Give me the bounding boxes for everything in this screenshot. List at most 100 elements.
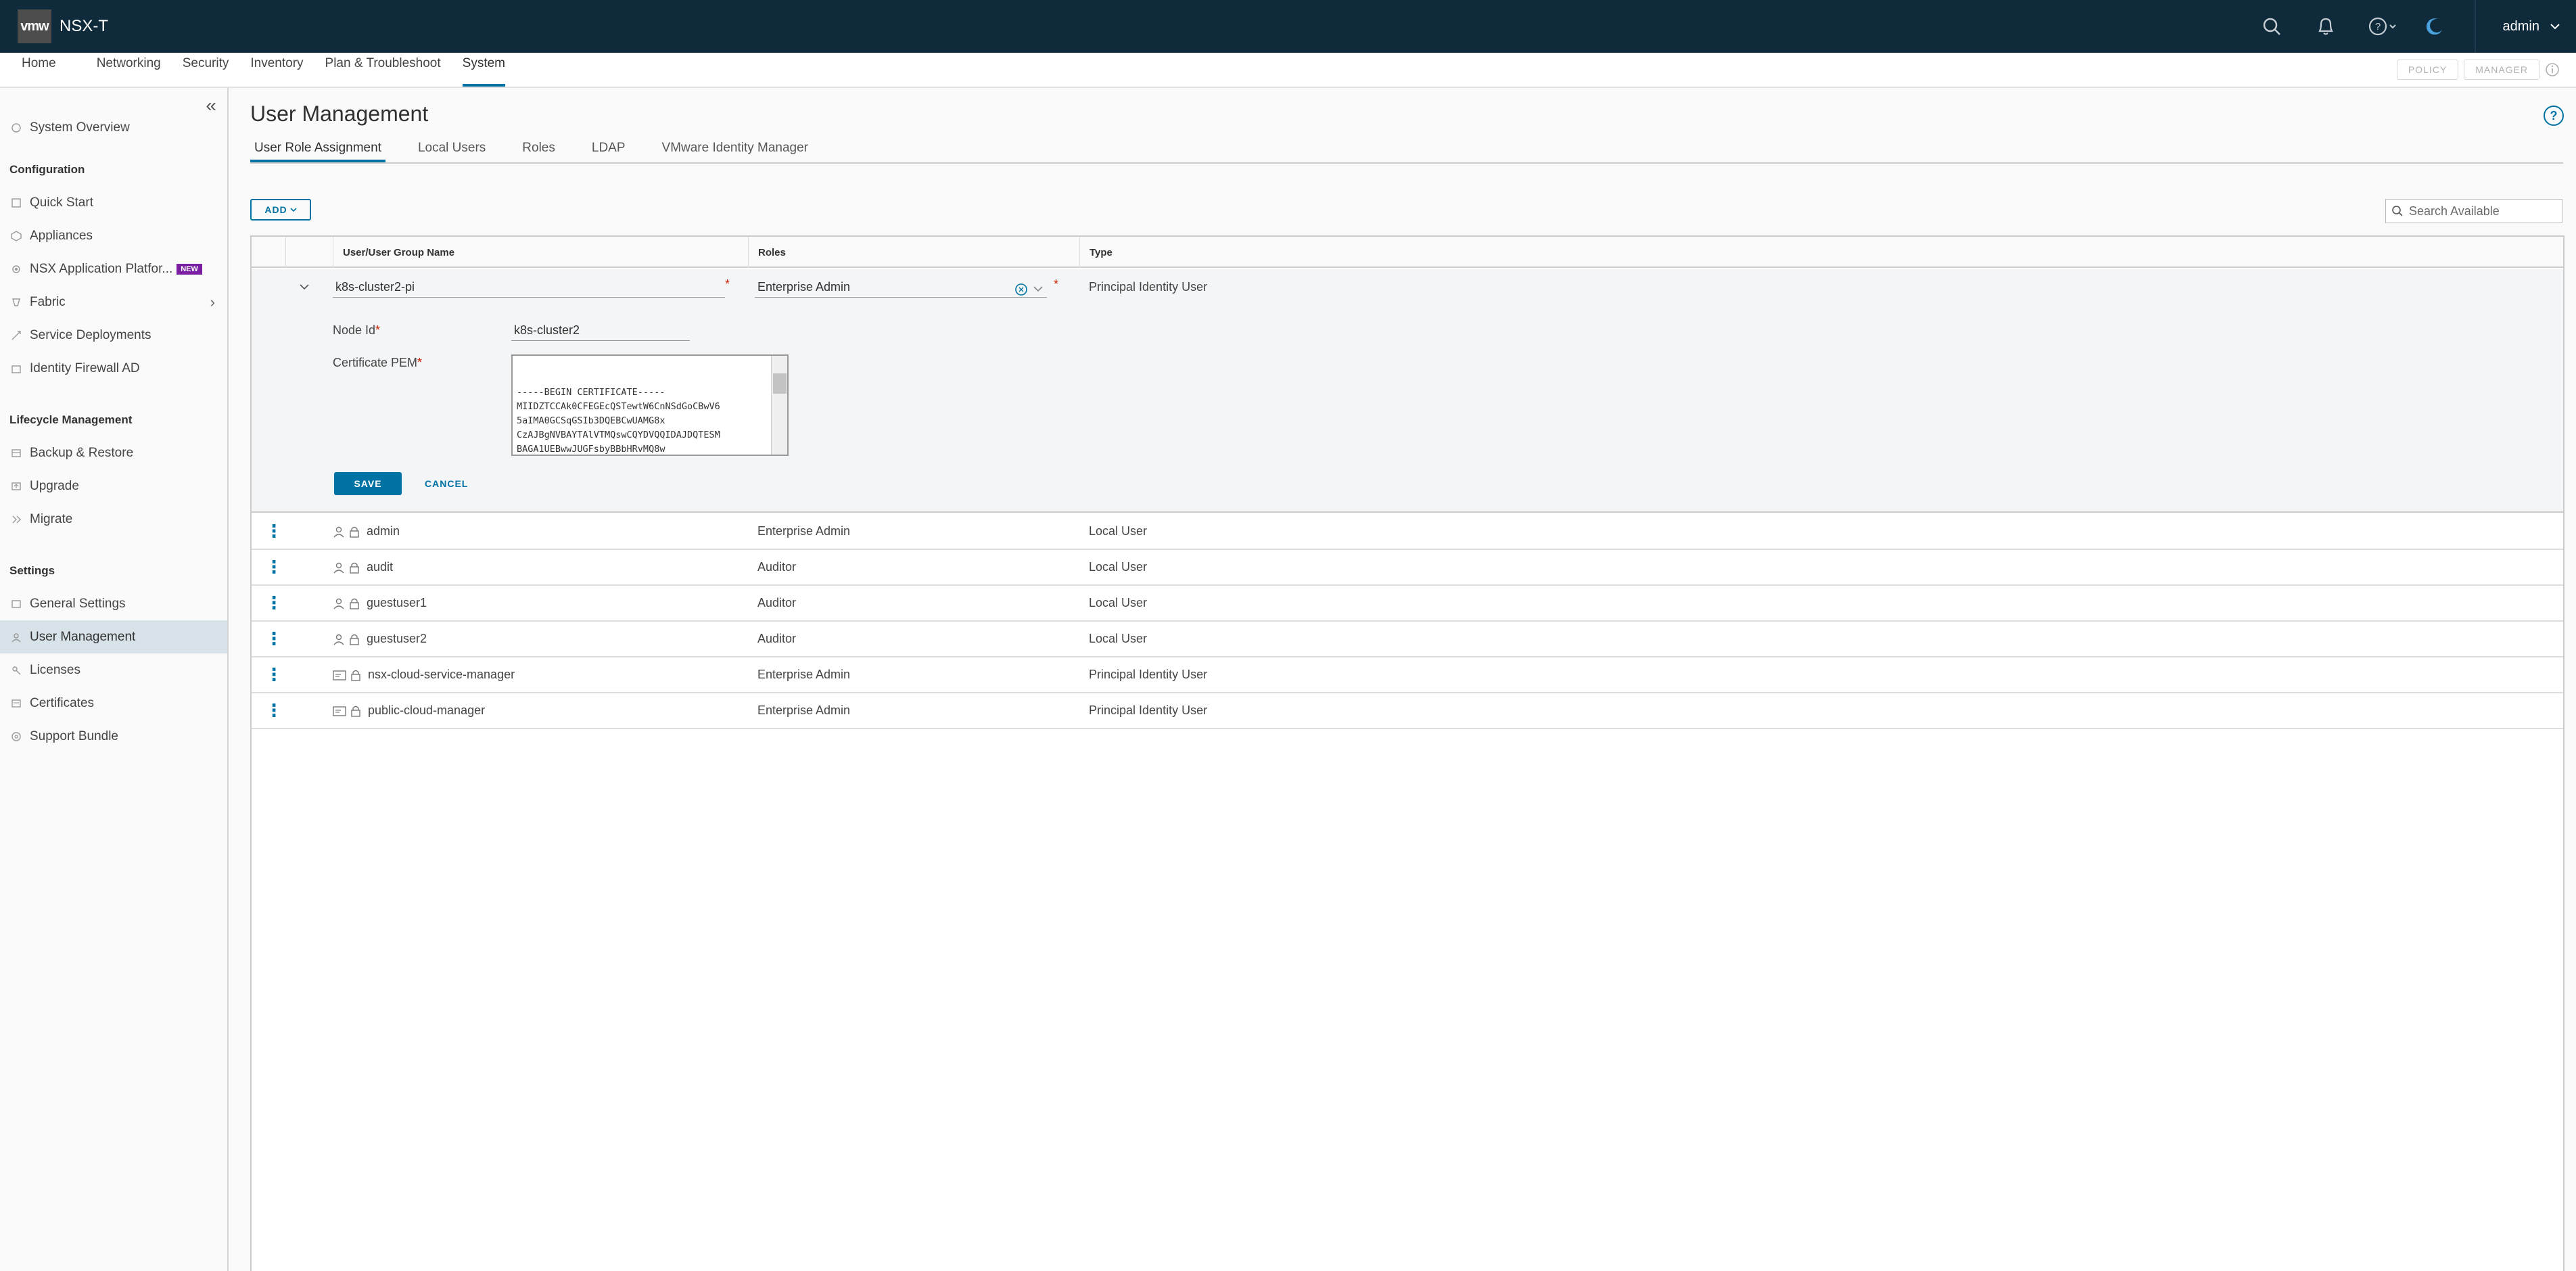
expand-column-header xyxy=(285,237,333,268)
sidebar-item-migrate[interactable]: Migrate xyxy=(0,503,227,536)
name-cell: admin xyxy=(333,514,400,549)
sidebar-item-label: Fabric xyxy=(30,294,66,309)
user-name: guestuser1 xyxy=(367,596,427,609)
table-row: ⋮ public-cloud-manager Enterprise Admin … xyxy=(252,693,2563,729)
info-icon[interactable] xyxy=(2545,62,2560,77)
name-cell: nsx-cloud-service-manager xyxy=(333,657,515,692)
svg-text:?: ? xyxy=(2374,21,2380,32)
fabric-icon xyxy=(9,296,23,309)
node-id-label: Node Id* xyxy=(333,323,380,338)
chevron-down-icon xyxy=(1033,286,1043,292)
certificate-pem-textarea[interactable]: -----BEGIN CERTIFICATE----- MIIDZTCCAk0C… xyxy=(511,354,789,456)
certificate-pem-text: -----BEGIN CERTIFICATE----- MIIDZTCCAk0C… xyxy=(517,387,720,455)
nav-security[interactable]: Security xyxy=(183,51,229,87)
table-row: ⋮ guestuser2 Auditor Local User xyxy=(252,622,2563,657)
row-actions-icon[interactable]: ⋮ xyxy=(264,514,284,549)
table-row: ⋮ audit Auditor Local User xyxy=(252,550,2563,586)
nav-networking[interactable]: Networking xyxy=(97,51,161,87)
table-row: ⋮ guestuser1 Auditor Local User xyxy=(252,586,2563,622)
help-icon[interactable]: ? xyxy=(2544,106,2564,126)
textarea-scrollbar[interactable] xyxy=(771,356,787,455)
sidebar-item-identity-firewall-ad[interactable]: Identity Firewall AD xyxy=(0,352,227,385)
nav-plan-troubleshoot[interactable]: Plan & Troubleshoot xyxy=(325,51,441,87)
backup-icon xyxy=(9,446,23,460)
user-name: public-cloud-manager xyxy=(368,703,486,717)
sidebar-item-nsx-application-platform[interactable]: NSX Application Platfor... NEW xyxy=(0,252,227,285)
search-input[interactable]: Search Available xyxy=(2385,199,2562,223)
certificate-pem-label-text: Certificate PEM xyxy=(333,356,418,369)
add-button-label: ADD xyxy=(264,204,287,215)
type-cell: Local User xyxy=(1089,632,1148,645)
sidebar-item-upgrade[interactable]: Upgrade xyxy=(0,469,227,503)
tab-vmware-identity-manager[interactable]: VMware Identity Manager xyxy=(658,133,813,162)
help-menu-icon[interactable]: ? xyxy=(2360,0,2407,53)
row-actions-icon[interactable]: ⋮ xyxy=(264,586,284,620)
sidebar-item-fabric[interactable]: Fabric › xyxy=(0,285,227,319)
row-actions-icon[interactable]: ⋮ xyxy=(264,693,284,728)
user-name: admin xyxy=(367,524,400,538)
node-id-label-text: Node Id xyxy=(333,323,376,337)
user-name: admin xyxy=(2502,18,2539,34)
chevron-down-icon xyxy=(290,208,297,212)
settings-icon xyxy=(9,597,23,611)
chevron-right-icon: › xyxy=(210,293,215,310)
name-cell: guestuser1 xyxy=(333,586,427,620)
row-actions-icon[interactable]: ⋮ xyxy=(264,622,284,656)
node-id-field[interactable]: k8s-cluster2 xyxy=(511,321,690,341)
search-icon[interactable] xyxy=(2251,0,2292,53)
column-header-name[interactable]: User/User Group Name xyxy=(333,237,748,268)
certificate-pem-label: Certificate PEM* xyxy=(333,356,422,370)
save-button[interactable]: SAVE xyxy=(334,472,402,495)
row-actions-icon[interactable]: ⋮ xyxy=(264,550,284,584)
add-button[interactable]: ADD xyxy=(250,199,311,221)
row-actions-icon[interactable]: ⋮ xyxy=(264,657,284,692)
user-name-field[interactable]: k8s-cluster2-pi xyxy=(333,277,725,298)
sidebar-item-service-deployments[interactable]: Service Deployments xyxy=(0,319,227,352)
users-icon xyxy=(9,630,23,644)
sidebar-item-general-settings[interactable]: General Settings xyxy=(0,587,227,620)
policy-mode-button[interactable]: POLICY xyxy=(2396,60,2459,80)
sidebar-item-certificates[interactable]: Certificates xyxy=(0,687,227,720)
user-name: audit xyxy=(367,560,394,574)
bell-icon[interactable] xyxy=(2305,0,2346,53)
gear-icon xyxy=(9,262,23,276)
clear-icon[interactable] xyxy=(1014,283,1028,296)
sidebar-item-licenses[interactable]: Licenses xyxy=(0,653,227,687)
tab-user-role-assignment[interactable]: User Role Assignment xyxy=(250,133,385,162)
sidebar-item-system-overview[interactable]: System Overview xyxy=(0,111,227,144)
dark-mode-icon[interactable] xyxy=(2414,0,2454,53)
role-cell: Enterprise Admin xyxy=(757,668,851,681)
tab-local-users[interactable]: Local Users xyxy=(414,133,490,162)
sidebar-item-label: Backup & Restore xyxy=(30,445,134,460)
nav-system[interactable]: System xyxy=(462,51,506,87)
column-header-roles[interactable]: Roles xyxy=(748,237,1079,268)
sidebar-item-label: Service Deployments xyxy=(30,327,151,342)
role-cell: Auditor xyxy=(757,632,797,645)
required-marker: * xyxy=(375,323,381,337)
tab-ldap[interactable]: LDAP xyxy=(588,133,630,162)
nav-home[interactable]: Home xyxy=(22,51,56,87)
sidebar-item-backup-restore[interactable]: Backup & Restore xyxy=(0,436,227,469)
user-menu[interactable]: admin xyxy=(2476,19,2576,34)
quick-start-icon xyxy=(9,196,23,210)
tab-roles[interactable]: Roles xyxy=(518,133,559,162)
sidebar-item-user-management[interactable]: User Management xyxy=(0,620,227,653)
sidebar-item-quick-start[interactable]: Quick Start xyxy=(0,186,227,219)
roles-select-value: Enterprise Admin xyxy=(757,280,851,294)
cancel-button[interactable]: CANCEL xyxy=(425,472,468,495)
edit-row: k8s-cluster2-pi * Enterprise Admin * Pri… xyxy=(252,269,2563,513)
collapse-row-icon[interactable] xyxy=(299,283,310,291)
nav-inventory[interactable]: Inventory xyxy=(250,51,303,87)
top-header: vmw NSX-T ? admin xyxy=(0,0,2576,53)
manager-mode-button[interactable]: MANAGER xyxy=(2464,60,2539,80)
scrollbar-thumb[interactable] xyxy=(773,373,787,394)
main-content: User Management ? User Role Assignment L… xyxy=(229,88,2576,1271)
lock-icon xyxy=(351,670,360,681)
column-header-type[interactable]: Type xyxy=(1079,237,2565,268)
upgrade-icon xyxy=(9,480,23,493)
sidebar-item-support-bundle[interactable]: Support Bundle xyxy=(0,720,227,753)
sidebar-item-appliances[interactable]: Appliances xyxy=(0,219,227,252)
table-row: ⋮ nsx-cloud-service-manager Enterprise A… xyxy=(252,657,2563,693)
roles-select[interactable]: Enterprise Admin xyxy=(755,277,1047,298)
app-name: NSX-T xyxy=(60,17,108,35)
